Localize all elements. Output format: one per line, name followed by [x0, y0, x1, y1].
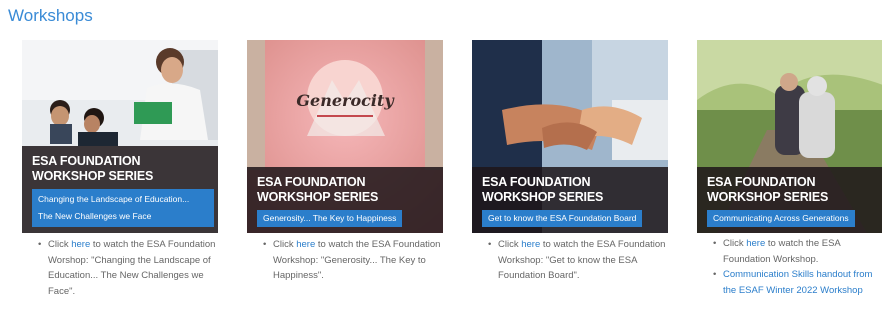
series-title: ESA FOUNDATION WORKSHOP SERIES — [482, 175, 604, 204]
workshop-title-tag: Communicating Across Generations — [707, 210, 855, 227]
click-text: Click — [723, 238, 744, 249]
list-item: Communication Skills handout from the ES… — [713, 267, 882, 298]
series-title: ESA FOUNDATION WORKSHOP SERIES — [32, 154, 154, 183]
workshop-card-generosity: Generocity ESA FOUNDATION WORKSHOP SERIE… — [247, 40, 443, 284]
handout-link[interactable]: Communication Skills handout from the ES… — [723, 269, 872, 296]
workshop-title-line: The New Challenges we Face — [38, 211, 152, 221]
workshop-links: Click here to watch the ESA Foundation W… — [697, 236, 882, 298]
workshop-card-education: ESA FOUNDATION WORKSHOP SERIES Changing … — [22, 40, 218, 299]
workshop-title-tag: Get to know the ESA Foundation Board — [482, 210, 643, 227]
list-item: Click here to watch the ESA Foundation W… — [488, 237, 668, 284]
list-item: Click here to watch the ESA Foundation W… — [263, 237, 443, 284]
workshop-thumbnail-generations[interactable]: ESA FOUNDATION WORKSHOP SERIES Communica… — [697, 40, 882, 233]
workshop-title-line: Changing the Landscape of Education... — [38, 194, 190, 204]
workshop-thumbnail-board[interactable]: ESA FOUNDATION WORKSHOP SERIES Get to kn… — [472, 40, 668, 233]
series-title: ESA FOUNDATION WORKSHOP SERIES — [257, 175, 379, 204]
list-item: Click here to watch the ESA Foundation W… — [38, 237, 218, 299]
workshop-thumbnail-education[interactable]: ESA FOUNDATION WORKSHOP SERIES Changing … — [22, 40, 218, 233]
workshop-links: Click here to watch the ESA Foundation W… — [247, 237, 443, 284]
generocity-word: Generocity — [296, 91, 395, 110]
workshop-title-tag: Generosity... The Key to Happiness — [257, 210, 403, 227]
here-link[interactable]: here — [71, 239, 90, 250]
list-item: Click here to watch the ESA Foundation W… — [713, 236, 882, 267]
workshop-card-generations: ESA FOUNDATION WORKSHOP SERIES Communica… — [697, 40, 882, 298]
here-link[interactable]: here — [521, 239, 540, 250]
here-link[interactable]: here — [746, 238, 765, 249]
here-link[interactable]: here — [296, 239, 315, 250]
click-text: Click — [498, 239, 519, 250]
workshop-thumbnail-generosity[interactable]: Generocity ESA FOUNDATION WORKSHOP SERIE… — [247, 40, 443, 233]
section-title: Workshops — [8, 6, 93, 25]
series-title: ESA FOUNDATION WORKSHOP SERIES — [707, 175, 829, 204]
click-text: Click — [273, 239, 294, 250]
workshop-links: Click here to watch the ESA Foundation W… — [472, 237, 668, 284]
click-text: Click — [48, 239, 69, 250]
thumbnail-caption: ESA FOUNDATION WORKSHOP SERIES Changing … — [22, 146, 218, 233]
thumbnail-caption: ESA FOUNDATION WORKSHOP SERIES Get to kn… — [472, 167, 668, 233]
thumbnail-caption: ESA FOUNDATION WORKSHOP SERIES Communica… — [697, 167, 882, 233]
workshop-title-tag: Changing the Landscape of Education... T… — [32, 189, 214, 227]
workshop-links: Click here to watch the ESA Foundation W… — [22, 237, 218, 299]
workshop-card-board: ESA FOUNDATION WORKSHOP SERIES Get to kn… — [472, 40, 668, 284]
thumbnail-caption: ESA FOUNDATION WORKSHOP SERIES Generosit… — [247, 167, 443, 233]
